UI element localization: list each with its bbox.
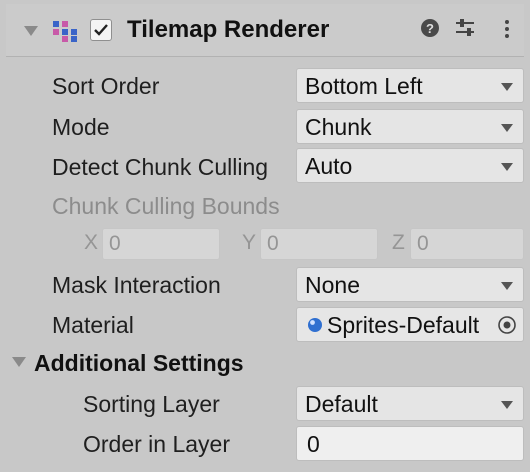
presets-icon[interactable] bbox=[454, 18, 476, 38]
chevron-down-icon bbox=[501, 124, 513, 132]
material-object-field[interactable]: Sprites-Default bbox=[296, 307, 524, 342]
z-label: Z bbox=[392, 231, 405, 254]
order-in-layer-label: Order in Layer bbox=[83, 431, 231, 457]
bounds-x-field: 0 bbox=[102, 228, 220, 260]
help-icon[interactable]: ? bbox=[420, 18, 440, 38]
bounds-y-field: 0 bbox=[260, 228, 378, 260]
sorting-layer-value: Default bbox=[305, 391, 378, 417]
order-in-layer-field[interactable]: 0 bbox=[296, 426, 524, 461]
bounds-z-field: 0 bbox=[410, 228, 524, 260]
detect-chunk-culling-label: Detect Chunk Culling bbox=[52, 154, 269, 180]
sort-order-value: Bottom Left bbox=[305, 73, 423, 99]
material-label: Material bbox=[52, 312, 134, 338]
sort-order-label: Sort Order bbox=[52, 73, 160, 99]
bounds-z-value: 0 bbox=[417, 232, 429, 255]
kebab-menu-icon[interactable] bbox=[502, 18, 512, 40]
enabled-checkbox[interactable] bbox=[90, 19, 112, 41]
detect-chunk-culling-dropdown[interactable]: Auto bbox=[296, 148, 524, 183]
sorting-layer-label: Sorting Layer bbox=[83, 391, 220, 417]
material-sphere-icon bbox=[308, 318, 322, 332]
inspector-panel: Tilemap Renderer ? Sort Order Bottom Lef… bbox=[6, 0, 524, 472]
chevron-down-icon bbox=[501, 401, 513, 409]
bounds-x-value: 0 bbox=[109, 232, 121, 255]
detect-chunk-culling-value: Auto bbox=[305, 153, 353, 179]
component-header[interactable]: Tilemap Renderer ? bbox=[6, 4, 524, 57]
order-in-layer-value: 0 bbox=[307, 431, 320, 457]
object-picker-icon[interactable] bbox=[497, 315, 517, 335]
material-value: Sprites-Default bbox=[327, 312, 480, 338]
mask-interaction-label: Mask Interaction bbox=[52, 272, 221, 298]
component-title: Tilemap Renderer bbox=[127, 16, 330, 43]
svg-text:?: ? bbox=[426, 21, 434, 36]
chevron-down-icon bbox=[501, 282, 513, 290]
bounds-y-value: 0 bbox=[267, 232, 279, 255]
additional-settings-header[interactable]: Additional Settings bbox=[34, 350, 244, 377]
mask-interaction-value: None bbox=[305, 272, 360, 298]
chevron-down-icon bbox=[501, 83, 513, 91]
x-label: X bbox=[84, 231, 99, 254]
tilemap-renderer-icon bbox=[53, 21, 77, 42]
additional-settings-fold-icon[interactable] bbox=[12, 357, 26, 367]
mask-interaction-dropdown[interactable]: None bbox=[296, 267, 524, 302]
fold-arrow-icon[interactable] bbox=[24, 26, 38, 36]
mode-dropdown[interactable]: Chunk bbox=[296, 109, 524, 144]
mode-label: Mode bbox=[52, 114, 110, 140]
y-label: Y bbox=[242, 231, 257, 254]
chevron-down-icon bbox=[501, 163, 513, 171]
mode-value: Chunk bbox=[305, 114, 372, 140]
sorting-layer-dropdown[interactable]: Default bbox=[296, 386, 524, 421]
chunk-culling-bounds-label: Chunk Culling Bounds bbox=[52, 193, 280, 219]
sort-order-dropdown[interactable]: Bottom Left bbox=[296, 68, 524, 103]
checkmark-icon bbox=[94, 24, 108, 36]
